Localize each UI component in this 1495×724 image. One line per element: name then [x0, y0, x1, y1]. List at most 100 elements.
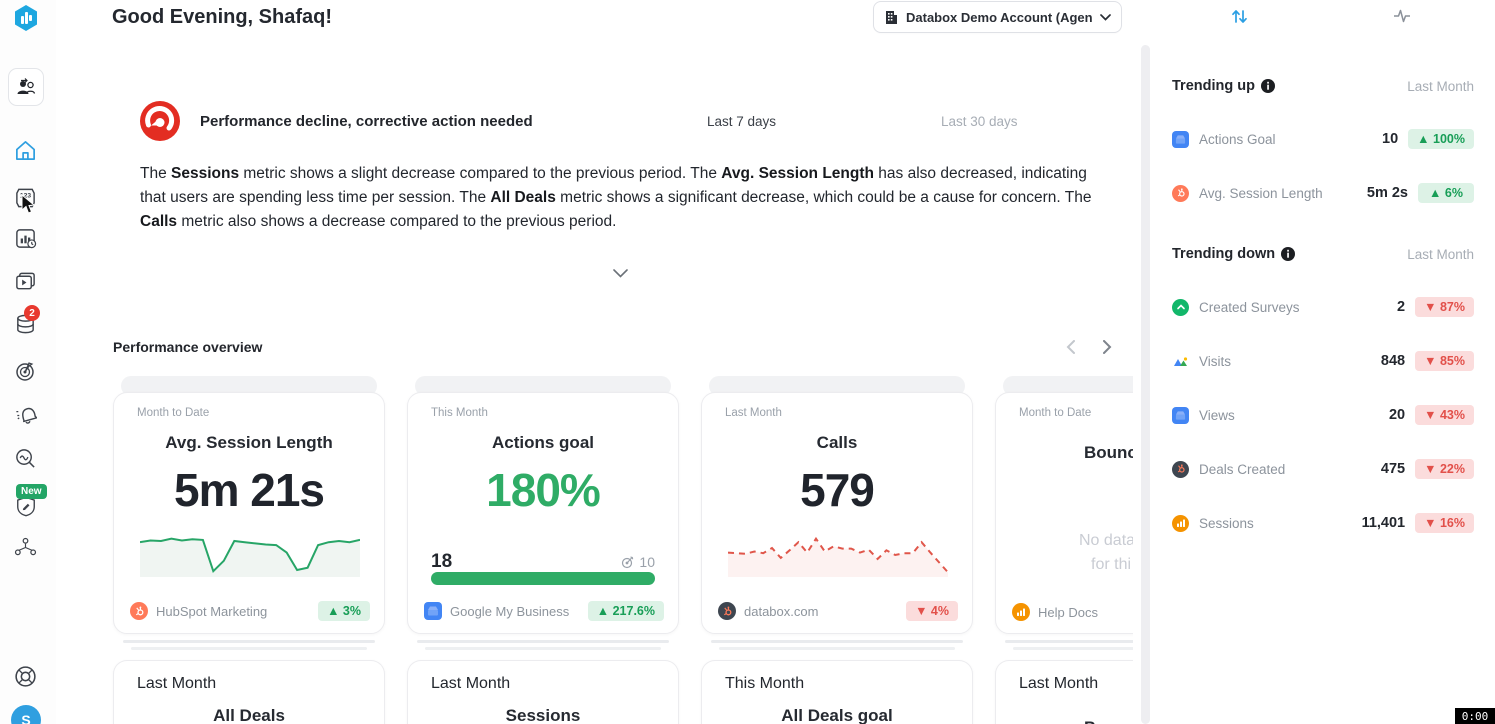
visits-analytics-icon [1172, 353, 1189, 370]
trending-item-badge: ▼ 22% [1415, 459, 1474, 479]
metric-card-calls[interactable]: Last Month Calls 579 databox.com ▼ 4% [701, 392, 973, 634]
goal-current-value: 18 [431, 551, 452, 573]
trending-item[interactable]: Views 20 ▼ 43% [1172, 401, 1474, 429]
target-icon [621, 556, 634, 569]
sidebar-item-reports[interactable] [14, 271, 37, 293]
trending-item-label: Deals Created [1199, 462, 1381, 477]
info-icon[interactable] [1281, 247, 1295, 261]
trending-item-badge: ▼ 87% [1415, 297, 1474, 317]
card-footer: Help Docs [1012, 603, 1133, 621]
card-title: Bounce [1084, 443, 1133, 463]
trending-item-badge: ▼ 43% [1415, 405, 1474, 425]
google-my-business-icon [1172, 131, 1189, 148]
card-value: 180% [431, 463, 655, 517]
trending-item-value: 11,401 [1362, 515, 1406, 531]
sidebar-item-account-management[interactable] [13, 536, 38, 559]
mouse-cursor [21, 194, 36, 215]
tab-last-30-days[interactable]: Last 30 days [941, 114, 1018, 129]
activity-button[interactable] [1393, 7, 1411, 25]
datasource-count-badge: 2 [24, 305, 40, 321]
card-stack-edge [123, 640, 375, 643]
pulse-icon [1393, 7, 1411, 25]
trending-item[interactable]: Avg. Session Length 5m 2s ▲ 6% [1172, 179, 1474, 207]
sidebar-item-alerts[interactable] [13, 403, 37, 426]
trending-item[interactable]: Visits 848 ▼ 85% [1172, 347, 1474, 375]
trending-item[interactable]: Deals Created 475 ▼ 22% [1172, 455, 1474, 483]
report-play-icon [14, 271, 37, 293]
page-title: Good Evening, Shafaq! [112, 6, 332, 29]
card-footer: databox.com ▼ 4% [718, 601, 958, 621]
goal-target: 10 [621, 554, 655, 570]
sparkline-chart [140, 519, 360, 577]
change-badge: ▼ 4% [906, 601, 958, 621]
performance-overview-section: Performance overview Month to Date Avg. … [0, 330, 1133, 724]
help-docs-icon [1012, 603, 1030, 621]
trending-item-label: Created Surveys [1199, 300, 1397, 315]
trending-item-badge: ▼ 85% [1415, 351, 1474, 371]
sidebar-item-home[interactable] [14, 139, 37, 162]
left-nav-rail: 123 75 2 [0, 0, 56, 724]
expand-insight-button[interactable] [606, 262, 634, 284]
card-title: Sessions [431, 706, 655, 724]
bell-icon [13, 403, 37, 426]
new-feature-badge: New [16, 484, 47, 499]
databox-logo-icon [12, 4, 40, 32]
user-avatar[interactable]: S [11, 705, 41, 724]
change-badge: ▲ 3% [318, 601, 370, 621]
sidebar-item-databoards[interactable] [14, 227, 37, 250]
data-source-label: Help Docs [1038, 605, 1133, 620]
trending-item-badge: ▲ 6% [1418, 183, 1474, 203]
carousel-prev-button[interactable] [1058, 335, 1082, 359]
card-title: Calls [725, 433, 949, 453]
card-date-range: Last Month [1019, 675, 1133, 693]
trending-item-label: Actions Goal [1199, 132, 1382, 147]
home-icon [14, 139, 37, 162]
trending-item[interactable]: Created Surveys 2 ▼ 87% [1172, 293, 1474, 321]
trending-item[interactable]: Actions Goal 10 ▲ 100% [1172, 125, 1474, 153]
trending-item-label: Sessions [1199, 516, 1362, 531]
chevron-down-icon [613, 269, 628, 278]
agency-people-icon [15, 77, 37, 97]
trending-item-value: 5m 2s [1367, 185, 1408, 201]
sidebar-item-benchmarks[interactable] [14, 447, 37, 470]
chevron-down-icon [1100, 14, 1111, 21]
trending-item-label: Views [1199, 408, 1389, 423]
databox-source-icon [718, 602, 736, 620]
metric-card-bounce[interactable]: Month to Date Bounce No data for thi Hel… [995, 392, 1133, 634]
sort-arrows-icon [1230, 7, 1249, 26]
metric-card-avg-session-length[interactable]: Month to Date Avg. Session Length 5m 21s… [113, 392, 385, 634]
trending-up-header: Trending up Last Month [1172, 78, 1474, 94]
benchmark-search-icon [14, 447, 37, 470]
google-analytics-icon [1172, 515, 1189, 532]
vertical-scrollbar[interactable] [1141, 45, 1150, 724]
databox-logo[interactable] [12, 4, 40, 32]
card-title: All Deals [137, 706, 361, 724]
card-date-range: Last Month [725, 407, 949, 419]
card-stack-edge [711, 640, 963, 643]
tab-last-7-days[interactable]: Last 7 days [707, 114, 776, 129]
databoard-chart-icon [14, 227, 37, 250]
sidebar-item-goals[interactable] [13, 359, 37, 383]
metric-card-all-deals[interactable]: Last Month All Deals [113, 660, 385, 724]
trending-item[interactable]: Sessions 11,401 ▼ 16% [1172, 509, 1474, 537]
goal-progress-bar [431, 572, 655, 585]
goal-target-value: 10 [639, 554, 655, 570]
metric-card-sessions[interactable]: Last Month Sessions [407, 660, 679, 724]
data-source-label: HubSpot Marketing [156, 604, 318, 619]
metric-card-all-deals-goal[interactable]: This Month All Deals goal [701, 660, 973, 724]
help-button[interactable] [13, 664, 38, 689]
trending-down-title: Trending down [1172, 246, 1275, 262]
metric-card-page-views[interactable]: Last Month Page [995, 660, 1133, 724]
carousel-next-button[interactable] [1095, 335, 1119, 359]
card-stack-edge [131, 647, 367, 650]
card-date-range: Last Month [137, 675, 361, 693]
account-selector[interactable]: Databox Demo Account (Agen... [873, 1, 1122, 33]
account-selector-label: Databox Demo Account (Agen... [906, 10, 1092, 25]
metric-card-actions-goal[interactable]: This Month Actions goal 180% 18 10 Googl… [407, 392, 679, 634]
sidebar-item-agency[interactable] [8, 68, 44, 106]
hubspot-icon [1172, 185, 1189, 202]
info-icon[interactable] [1261, 79, 1275, 93]
sort-metrics-button[interactable] [1230, 7, 1249, 26]
card-stack-edge [1005, 640, 1133, 643]
trending-item-label: Avg. Session Length [1199, 186, 1367, 201]
